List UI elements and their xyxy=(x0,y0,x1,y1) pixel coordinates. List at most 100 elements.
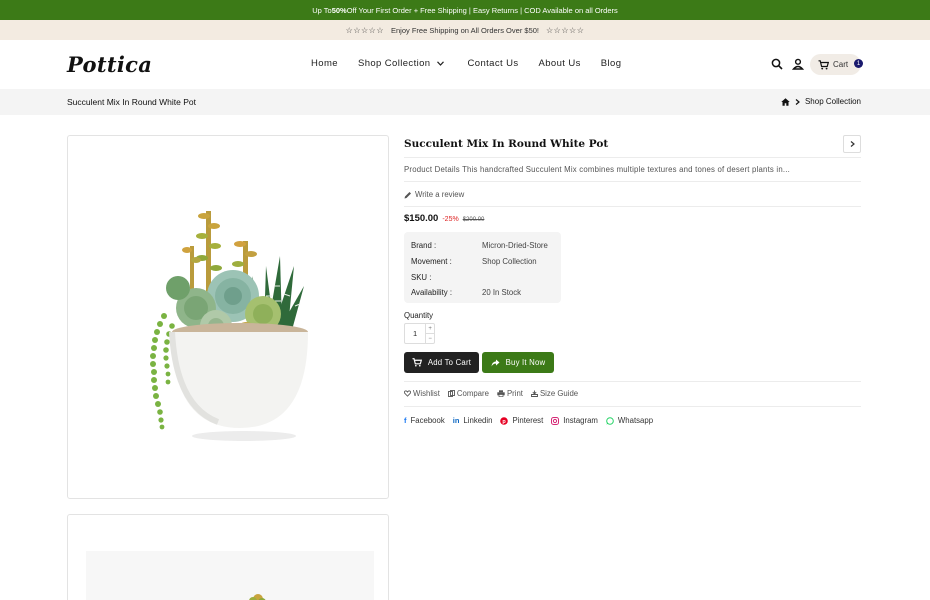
ruler-icon xyxy=(531,390,538,397)
wishlist-label: Wishlist xyxy=(413,389,440,398)
info-row-brand: Brand : Micron-Dried-Store xyxy=(411,238,554,254)
buy-it-now-label: Buy It Now xyxy=(505,358,546,367)
size-guide-link[interactable]: Size Guide xyxy=(531,389,578,398)
divider xyxy=(404,206,861,207)
heart-icon xyxy=(404,390,411,397)
search-icon[interactable] xyxy=(771,58,783,70)
linkedin-icon: in xyxy=(452,416,460,425)
user-icon[interactable] xyxy=(791,58,805,70)
page-title: Succulent Mix In Round White Pot xyxy=(67,97,196,107)
cart-label: Cart xyxy=(833,60,849,69)
compare-icon xyxy=(447,390,455,397)
product-image-secondary[interactable] xyxy=(67,514,389,600)
quantity-stepper[interactable]: 1 + − xyxy=(404,323,435,344)
write-review-label: Write a review xyxy=(415,190,465,199)
discount-badge: -25% xyxy=(442,216,459,223)
product-info-box: Brand : Micron-Dried-Store Movement : Sh… xyxy=(404,232,561,303)
info-key: Availability : xyxy=(411,288,453,298)
announcement-highlight: 50% xyxy=(331,5,347,15)
cart-button[interactable]: Cart 1 xyxy=(810,54,863,75)
info-value: Micron-Dried-Store xyxy=(482,241,548,251)
divider xyxy=(404,406,861,407)
whatsapp-icon xyxy=(606,416,614,425)
chevron-right-icon xyxy=(795,98,800,105)
info-value: Shop Collection xyxy=(482,257,537,267)
stars-right: ☆☆☆☆☆ xyxy=(546,25,585,35)
nav-about-us[interactable]: About Us xyxy=(539,58,581,69)
print-icon xyxy=(497,390,505,397)
add-to-cart-label: Add To Cart xyxy=(427,358,472,367)
info-value: 20 In Stock xyxy=(482,288,522,298)
succulent-pot-image xyxy=(150,211,308,441)
info-row-sku: SKU : xyxy=(411,269,554,285)
breadcrumb-bar: Succulent Mix In Round White Pot Shop Co… xyxy=(0,89,930,115)
wishlist-link[interactable]: Wishlist xyxy=(404,389,440,398)
quantity-label: Quantity xyxy=(404,311,434,320)
nav-home[interactable]: Home xyxy=(311,58,338,69)
announcement-part1: Up To xyxy=(312,5,332,15)
product-image-main[interactable] xyxy=(67,135,389,499)
home-icon[interactable] xyxy=(781,97,790,106)
write-review-link[interactable]: Write a review xyxy=(404,190,464,199)
share-instagram[interactable]: Instagram xyxy=(551,416,598,425)
cart-icon xyxy=(412,358,422,367)
product-description: Product Details This handcrafted Succule… xyxy=(404,165,790,174)
nav-shop-collection-label: Shop Collection xyxy=(357,58,431,69)
share-arrow-icon xyxy=(491,359,500,366)
quantity-input[interactable]: 1 xyxy=(405,324,425,343)
nav-blog[interactable]: Blog xyxy=(601,58,622,69)
chevron-down-icon xyxy=(436,61,444,66)
facebook-icon: f xyxy=(404,416,407,425)
chevron-right-icon xyxy=(850,141,855,147)
quantity-increase-button[interactable]: + xyxy=(426,324,434,334)
info-key: SKU : xyxy=(411,272,432,282)
nav-shop-collection[interactable]: Shop Collection xyxy=(358,58,444,69)
instagram-icon xyxy=(551,416,560,425)
compare-link[interactable]: Compare xyxy=(447,389,489,398)
product-actions: Wishlist Compare Print Size Guide xyxy=(404,389,578,398)
divider xyxy=(404,181,861,182)
pinterest-label: Pinterest xyxy=(512,416,544,425)
breadcrumb-shop-collection[interactable]: Shop Collection xyxy=(805,97,861,106)
buy-it-now-button[interactable]: Buy It Now xyxy=(482,352,554,373)
compare-label: Compare xyxy=(456,389,489,398)
divider xyxy=(404,381,861,382)
nav-contact-us[interactable]: Contact Us xyxy=(468,58,519,69)
social-share: f Facebook in Linkedin p Pinterest Insta… xyxy=(404,416,653,425)
share-pinterest[interactable]: p Pinterest xyxy=(500,416,543,425)
old-price: $200.00 xyxy=(462,217,485,223)
share-linkedin[interactable]: in Linkedin xyxy=(453,416,493,425)
stars-left: ☆☆☆☆☆ xyxy=(345,25,384,35)
price-block: $150.00 -25% $200.00 xyxy=(404,213,484,224)
info-key: Brand : xyxy=(411,241,437,251)
main-nav: Home Shop Collection Contact Us About Us… xyxy=(311,58,621,69)
site-header: Pottica Home Shop Collection Contact Us … xyxy=(0,40,930,89)
announcement-part2: Off Your First Order + Free Shipping | E… xyxy=(346,5,618,15)
print-link[interactable]: Print xyxy=(497,389,523,398)
share-facebook[interactable]: f Facebook xyxy=(404,416,445,425)
breadcrumb: Shop Collection xyxy=(781,97,861,106)
add-to-cart-button[interactable]: Add To Cart xyxy=(404,352,479,373)
pinterest-icon: p xyxy=(500,416,509,425)
instagram-label: Instagram xyxy=(563,416,598,425)
linkedin-label: Linkedin xyxy=(463,416,493,425)
cart-icon xyxy=(818,59,829,70)
print-label: Print xyxy=(506,389,523,398)
whatsapp-label: Whatsapp xyxy=(617,416,654,425)
current-price: $150.00 xyxy=(404,213,439,224)
share-whatsapp[interactable]: Whatsapp xyxy=(606,416,653,425)
divider xyxy=(404,157,861,158)
cart-count-badge: 1 xyxy=(854,59,863,68)
shipping-text: Enjoy Free Shipping on All Orders Over $… xyxy=(391,25,539,35)
info-row-availability: Availability : 20 In Stock xyxy=(411,285,554,301)
pencil-icon xyxy=(404,191,411,198)
info-row-movement: Movement : Shop Collection xyxy=(411,254,554,270)
facebook-label: Facebook xyxy=(410,416,445,425)
product-title: Succulent Mix In Round White Pot xyxy=(404,138,609,150)
info-key: Movement : xyxy=(411,257,452,267)
next-product-button[interactable] xyxy=(843,135,861,153)
site-logo[interactable]: Pottica xyxy=(67,52,152,77)
succulent-thumbnail-image xyxy=(86,551,374,600)
quantity-decrease-button[interactable]: − xyxy=(426,334,434,343)
announcement-bar: Up To 50% Off Your First Order + Free Sh… xyxy=(0,0,930,20)
